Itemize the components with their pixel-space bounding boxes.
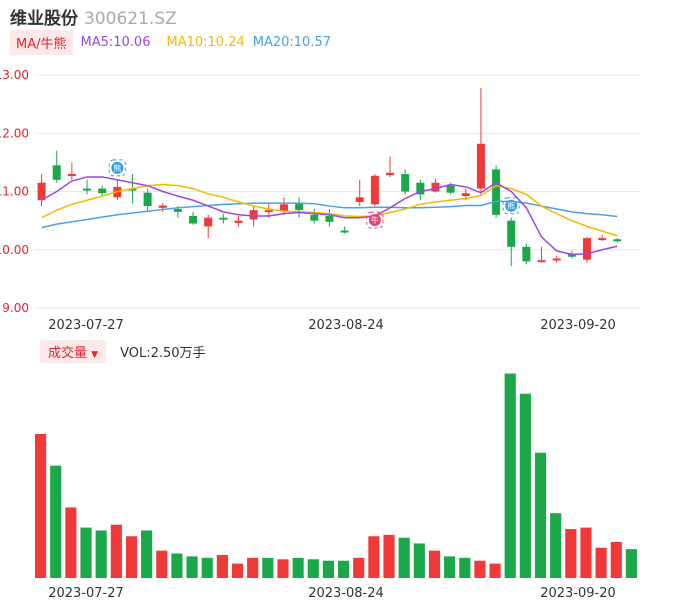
volume-bar bbox=[519, 393, 531, 578]
x-tick-label: 2023-07-27 bbox=[48, 586, 124, 601]
volume-bar bbox=[459, 557, 471, 578]
y-tick-label: 12.00 bbox=[0, 126, 29, 140]
volume-bar bbox=[383, 534, 395, 578]
candle-body bbox=[52, 165, 61, 180]
volume-bar bbox=[231, 563, 244, 578]
volume-bar bbox=[80, 527, 92, 578]
volume-bar bbox=[307, 559, 319, 578]
y-tick-label: 13.00 bbox=[0, 68, 29, 82]
candle-body bbox=[355, 197, 364, 202]
volume-bar bbox=[141, 530, 153, 578]
volume-bar bbox=[50, 465, 62, 578]
chart-canvas: 13.0012.0011.0010.009.00 熊牛熊 2023-07-272… bbox=[0, 68, 640, 601]
candle-body bbox=[158, 205, 167, 208]
volume-bar bbox=[35, 434, 47, 578]
candle-body bbox=[98, 188, 107, 194]
volume-bar bbox=[368, 536, 380, 578]
x-tick-label: 2023-09-20 bbox=[540, 318, 616, 333]
candle-body bbox=[552, 258, 561, 261]
volume-bar bbox=[186, 556, 198, 578]
volume-bar bbox=[610, 542, 622, 578]
candle-body bbox=[264, 210, 273, 213]
x-tick-label: 2023-09-20 bbox=[540, 586, 616, 601]
price-grid bbox=[34, 74, 640, 309]
volume-bar bbox=[580, 527, 592, 578]
x-tick-label: 2023-08-24 bbox=[308, 586, 384, 601]
candlesticks bbox=[37, 87, 622, 267]
candle-body bbox=[83, 188, 92, 191]
volume-bar bbox=[65, 507, 77, 578]
volume-bar bbox=[277, 559, 289, 578]
candle-body bbox=[234, 220, 243, 223]
y-tick-label: 11.00 bbox=[0, 185, 29, 199]
candle-body bbox=[461, 193, 470, 197]
candle-body bbox=[189, 215, 198, 224]
price-x-axis: 2023-07-27 2023-08-24 2023-09-20 bbox=[48, 318, 616, 333]
volume-bars bbox=[35, 373, 637, 578]
y-tick-label: 9.00 bbox=[2, 301, 29, 315]
candle-body bbox=[173, 208, 182, 212]
x-tick-label: 2023-08-24 bbox=[308, 318, 384, 333]
volume-bar bbox=[353, 557, 365, 578]
candle-body bbox=[249, 210, 258, 220]
candle-body bbox=[37, 182, 46, 201]
volume-bar bbox=[125, 536, 138, 578]
candle-body bbox=[295, 203, 304, 211]
volume-bar bbox=[595, 547, 607, 578]
candle-body bbox=[492, 169, 501, 215]
volume-x-axis: 2023-07-27 2023-08-24 2023-09-20 bbox=[48, 586, 616, 601]
volume-bar bbox=[550, 513, 562, 578]
candle-body bbox=[143, 192, 152, 207]
candle-body bbox=[325, 215, 334, 222]
bear-marker-label: 熊 bbox=[113, 163, 121, 173]
volume-bar bbox=[565, 529, 577, 578]
candle-body bbox=[613, 239, 622, 242]
candle-body bbox=[401, 174, 410, 192]
volume-bar bbox=[171, 553, 183, 578]
candle-body bbox=[476, 143, 485, 189]
bear-marker-label: 熊 bbox=[507, 201, 515, 211]
volume-bar bbox=[338, 560, 350, 578]
candle-body bbox=[279, 204, 288, 211]
volume-bar bbox=[156, 550, 168, 578]
volume-bar bbox=[201, 557, 213, 578]
volume-bar bbox=[489, 563, 501, 578]
price-axis: 13.00 12.00 11.00 10.00 9.00 bbox=[0, 68, 29, 315]
candle-body bbox=[446, 185, 455, 193]
volume-bar bbox=[322, 560, 334, 578]
volume-bar bbox=[474, 560, 486, 578]
candle-body bbox=[386, 172, 395, 176]
volume-bar bbox=[216, 554, 228, 578]
volume-bar bbox=[444, 556, 456, 578]
candle-body bbox=[507, 220, 516, 247]
candle-body bbox=[522, 246, 531, 262]
candle-body bbox=[67, 174, 76, 177]
candle-body bbox=[598, 238, 607, 241]
candle-body bbox=[340, 230, 349, 233]
volume-bar bbox=[247, 557, 259, 578]
bull-marker-label: 牛 bbox=[371, 215, 379, 225]
candle-body bbox=[310, 214, 319, 221]
candle-body bbox=[204, 217, 213, 227]
volume-bar bbox=[110, 524, 122, 578]
volume-bar bbox=[413, 543, 425, 578]
volume-bar bbox=[398, 537, 410, 578]
candle-body bbox=[219, 217, 228, 220]
candle-body bbox=[537, 260, 546, 263]
volume-bar bbox=[504, 373, 516, 578]
candle-body bbox=[370, 175, 379, 205]
candle-body bbox=[582, 238, 591, 260]
volume-bar bbox=[534, 452, 547, 578]
volume-bar bbox=[262, 557, 274, 578]
volume-bar bbox=[428, 550, 441, 578]
volume-bar bbox=[95, 530, 107, 578]
volume-bar bbox=[625, 549, 637, 578]
x-tick-label: 2023-07-27 bbox=[48, 318, 124, 333]
y-tick-label: 10.00 bbox=[0, 243, 29, 257]
volume-bar bbox=[292, 557, 304, 578]
